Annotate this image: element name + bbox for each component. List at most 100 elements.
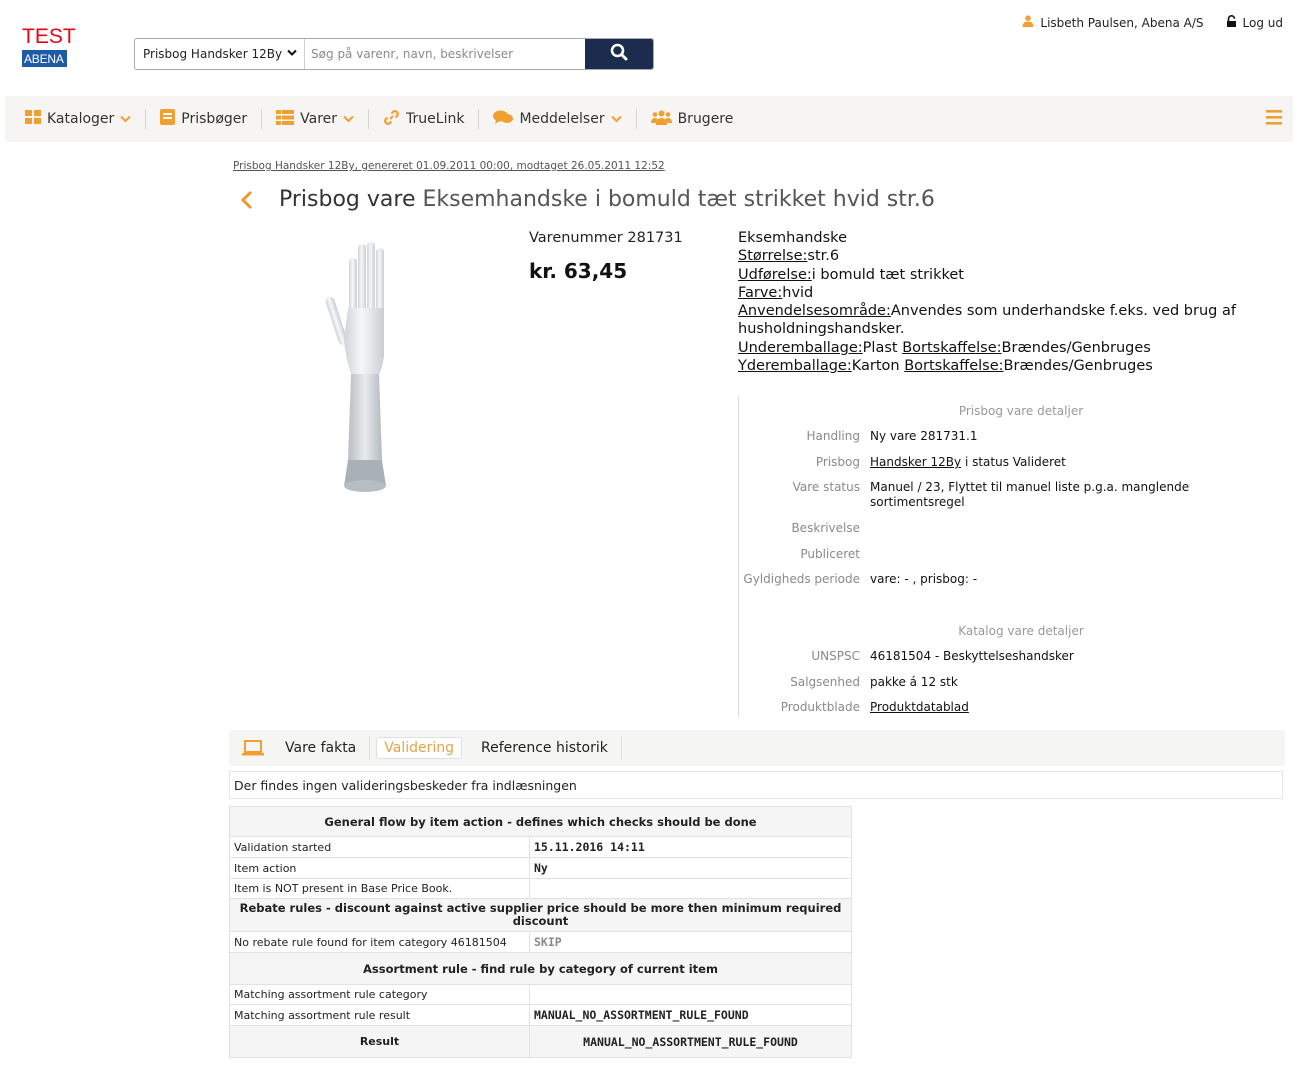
tab-divider: [369, 736, 371, 760]
row-value: [529, 984, 852, 1005]
detail-label: Salgsenhed: [790, 675, 860, 689]
nav-truelink-label: TrueLink: [406, 111, 465, 127]
table-section-header: Assortment rule - find rule by category …: [229, 952, 852, 985]
chevron-down-icon: [610, 113, 622, 126]
detail-row-salgsenhed: Salgsenhed pakke á 12 stk: [739, 675, 1284, 690]
nav-kataloger-label: Kataloger: [47, 111, 115, 127]
tab-reference-historik[interactable]: Reference historik: [468, 740, 621, 756]
detail-row-vare-status: Vare status Manuel / 23, Flyttet til man…: [739, 480, 1284, 510]
breadcrumb[interactable]: Prisbog Handsker 12By, genereret 01.09.2…: [233, 160, 665, 172]
nav-brugere-label: Brugere: [677, 111, 734, 127]
table-row: No rebate rule found for item category 4…: [229, 931, 852, 953]
disposal-label: Bortskaffelse:: [902, 339, 1002, 356]
hamburger-menu-icon[interactable]: [1266, 110, 1282, 129]
search-scope-select[interactable]: Prisbog Handsker 12By: [135, 39, 306, 69]
grid-icon: [25, 110, 41, 128]
user-area: Lisbeth Paulsen, Abena A/S Log ud: [1022, 15, 1283, 30]
title-product-name: Eksemhandske i bomuld tæt strikket hvid …: [422, 187, 935, 212]
nav-divider: [145, 109, 147, 129]
user-icon: [1022, 15, 1034, 30]
table-row: Matching assortment rule category: [229, 984, 852, 1005]
nav-kataloger[interactable]: Kataloger: [25, 110, 145, 128]
outer-packaging-value: Karton: [851, 358, 900, 375]
search-bar: Prisbog Handsker 12By: [134, 38, 654, 70]
search-input[interactable]: [305, 39, 585, 69]
nav-meddelelser-label: Meddelelser: [519, 111, 605, 127]
section-title: Rebate rules - discount against active s…: [229, 898, 852, 932]
detail-row-prisbog: Prisbog Handsker 12By i status Valideret: [739, 455, 1284, 470]
page-title: Prisbog vare Eksemhandske i bomuld tæt s…: [279, 187, 935, 212]
logo-brand: ABENA: [22, 50, 67, 67]
detail-label: Publiceret: [800, 547, 860, 561]
detail-label: Gyldigheds periode: [743, 572, 860, 586]
color-value: hvid: [782, 284, 814, 301]
color-label: Farve:: [738, 284, 783, 301]
abena-logo[interactable]: TEST ABENA: [22, 26, 78, 67]
row-label: Item action: [229, 857, 530, 879]
size-value: str.6: [807, 248, 840, 265]
detail-value: vare: - , prisbog: -: [870, 572, 978, 586]
detail-label: Prisbog: [815, 455, 860, 469]
detail-row-publiceret: Publiceret: [739, 547, 1284, 561]
detail-value: Ny vare 281731.1: [870, 429, 978, 443]
item-details-panel: Prisbog vare detaljer Handling Ny vare 2…: [738, 396, 1283, 718]
search-button[interactable]: [585, 39, 653, 69]
section-title: General flow by item action - defines wh…: [229, 806, 852, 837]
chevron-down-icon: [120, 113, 132, 126]
detail-row-unspsc: UNSPSC 46181504 - Beskyttelseshandsker: [739, 649, 1284, 664]
detail-label: UNSPSC: [811, 649, 860, 663]
detail-tabs: Vare fakta Validering Reference historik: [229, 730, 1285, 766]
table-section-header: General flow by item action - defines wh…: [229, 806, 852, 837]
user-name: Lisbeth Paulsen, Abena A/S: [1040, 15, 1204, 30]
logo-test-label: TEST: [22, 25, 76, 48]
nav-brugere[interactable]: Brugere: [650, 110, 748, 129]
product-datasheet-link[interactable]: Produktdatablad: [870, 700, 969, 714]
table-result-row: Result MANUAL_NO_ASSORTMENT_RULE_FOUND: [229, 1025, 852, 1058]
validation-table: General flow by item action - defines wh…: [229, 806, 852, 1058]
row-value: 15.11.2016 14:11: [529, 836, 852, 858]
nav-varer-label: Varer: [300, 111, 338, 127]
chat-icon: [493, 110, 514, 129]
link-icon: [383, 109, 400, 130]
nav-meddelelser[interactable]: Meddelelser: [493, 110, 635, 129]
search-scope-label: Prisbog Handsker 12By: [143, 47, 283, 61]
inner-packaging-label: Underemballage:: [738, 339, 863, 356]
usage-label: Anvendelsesområde:: [738, 303, 891, 320]
row-value: Ny: [529, 857, 852, 879]
product-image: [320, 238, 410, 500]
inner-packaging-value: Plast: [862, 339, 898, 356]
list-icon: [276, 109, 295, 129]
nav-divider: [478, 109, 480, 129]
back-chevron-icon[interactable]: [240, 190, 254, 214]
nav-truelink[interactable]: TrueLink: [383, 109, 478, 130]
detail-label: Handling: [806, 429, 861, 443]
detail-label: Vare status: [792, 480, 860, 494]
validation-message: Der findes ingen valideringsbeskeder fra…: [229, 771, 1283, 799]
detail-value: [870, 547, 1225, 561]
table-row: Item action Ny: [229, 857, 852, 879]
disposal-label: Bortskaffelse:: [904, 358, 1004, 375]
row-label: Matching assortment rule category: [229, 984, 530, 1005]
nav-varer[interactable]: Varer: [276, 109, 368, 129]
design-label: Udførelse:: [738, 266, 812, 283]
tab-validering[interactable]: Validering: [376, 737, 463, 759]
row-label: Validation started: [229, 836, 530, 858]
table-section-header: Rebate rules - discount against active s…: [229, 898, 852, 932]
user-menu[interactable]: Lisbeth Paulsen, Abena A/S: [1022, 15, 1204, 30]
nav-prisboeger[interactable]: Prisbøger: [160, 109, 261, 129]
outer-packaging-label: Yderemballage:: [738, 358, 852, 375]
price-book-link[interactable]: Handsker 12By: [870, 455, 961, 469]
size-label: Størrelse:: [738, 248, 808, 265]
nav-divider: [635, 109, 637, 129]
row-label: Item is NOT present in Base Price Book.: [229, 878, 530, 899]
disposal-value: Brændes/Genbruges: [1001, 339, 1151, 356]
tab-vare-fakta[interactable]: Vare fakta: [272, 740, 369, 756]
row-value: MANUAL_NO_ASSORTMENT_RULE_FOUND: [529, 1004, 852, 1026]
detail-value: pakke á 12 stk: [870, 675, 958, 689]
row-label: No rebate rule found for item category 4…: [229, 931, 530, 953]
logout-link[interactable]: Log ud: [1226, 15, 1283, 30]
detail-value: [870, 521, 1225, 535]
table-row: Validation started 15.11.2016 14:11: [229, 836, 852, 858]
main-nav: Kataloger Prisbøger Varer TrueLink Medde…: [5, 96, 1293, 142]
row-label: Matching assortment rule result: [229, 1004, 530, 1026]
